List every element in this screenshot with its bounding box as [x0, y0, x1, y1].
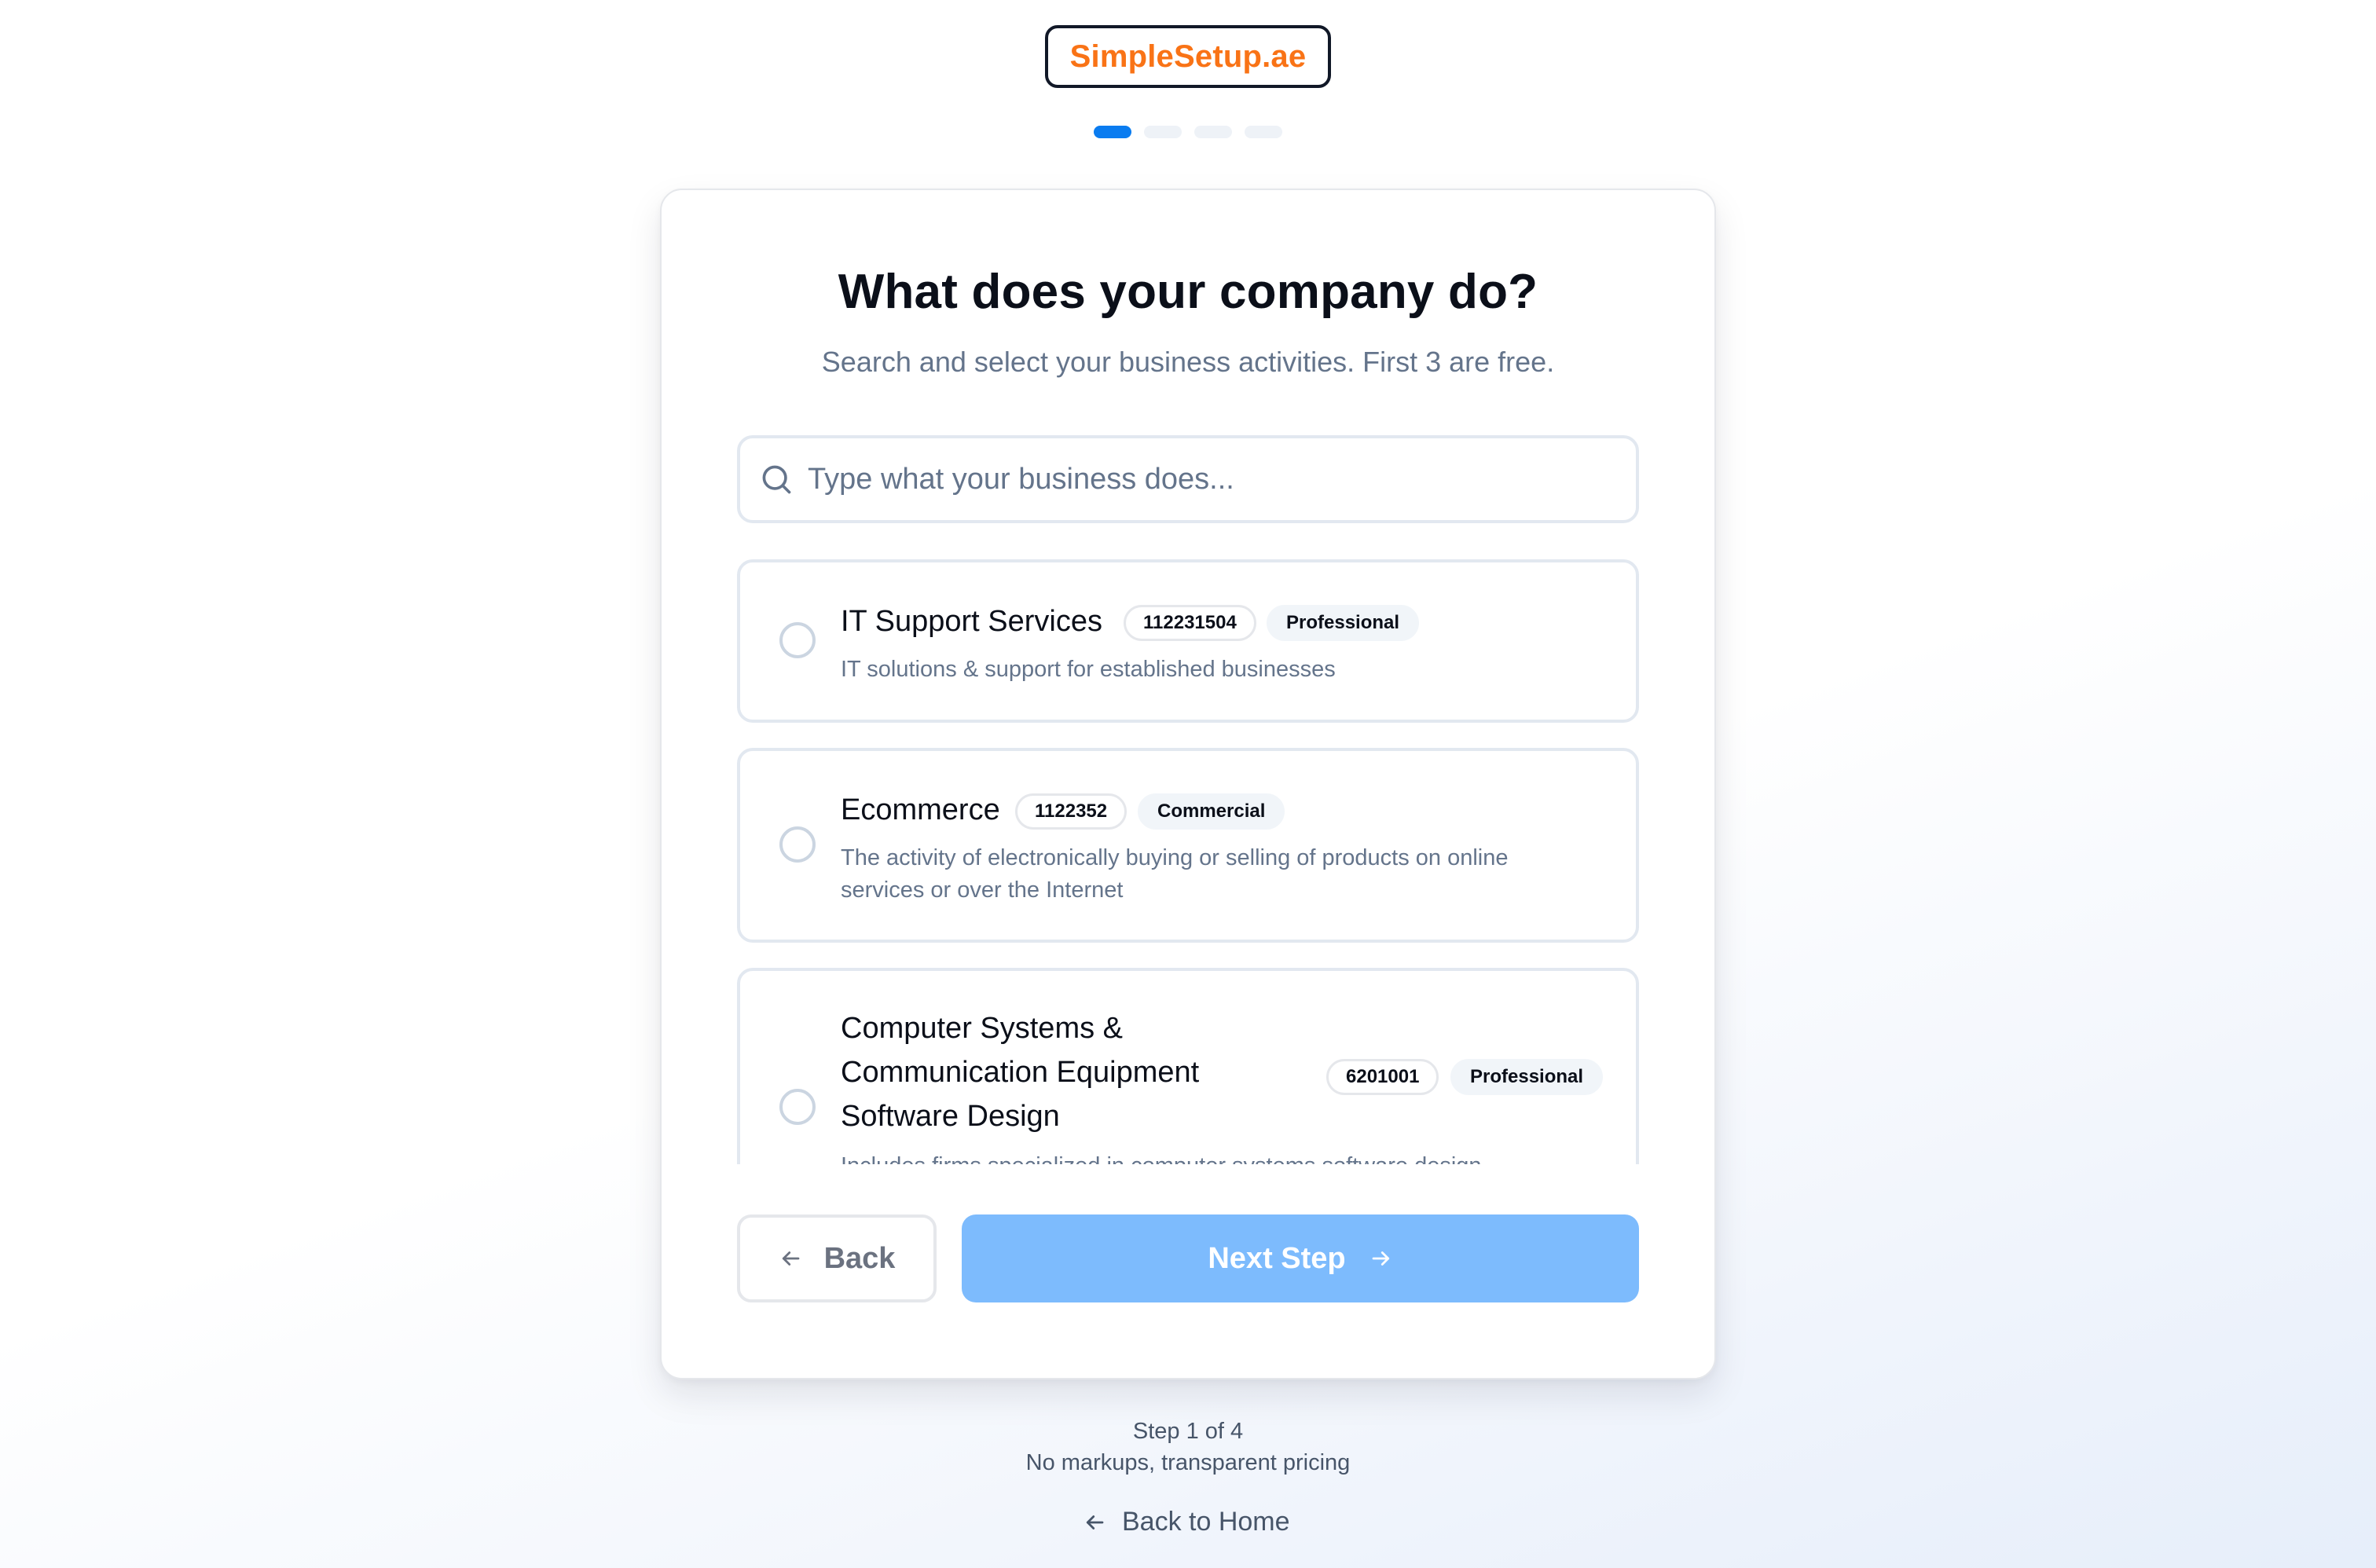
activity-code-badge: 1122352 [1015, 793, 1128, 830]
search-box[interactable] [737, 435, 1639, 523]
activity-description: Includes firms specialized in computer s… [841, 1150, 1482, 1164]
search-input[interactable] [808, 462, 1636, 496]
next-step-label: Next Step [1208, 1241, 1346, 1275]
back-button[interactable]: Back [737, 1214, 937, 1302]
step-progress [1094, 126, 1282, 138]
activity-radio[interactable] [779, 1089, 816, 1125]
activity-category-badge: Commercial [1138, 793, 1285, 830]
page: SimpleSetup.ae What does your company do… [0, 0, 2376, 1568]
back-to-home-label: Back to Home [1122, 1507, 1290, 1537]
activity-description-line-2: services or over the Internet [841, 877, 1124, 903]
activity-name: Ecommerce [841, 793, 1000, 826]
back-button-label: Back [823, 1241, 896, 1275]
activity-list[interactable]: IT Support Services 112231504 Profession… [737, 559, 1639, 1164]
activity-name: IT Support Services [841, 605, 1103, 638]
progress-step-2 [1144, 126, 1182, 138]
activity-item-ecommerce[interactable]: Ecommerce 1122352 Commercial The activit… [737, 748, 1639, 943]
activity-description: IT solutions & support for established b… [841, 657, 1336, 682]
activity-description-line-1: The activity of electronically buying or… [841, 845, 1509, 870]
activity-radio[interactable] [779, 826, 816, 863]
activity-name-line-3: Software Design [841, 1100, 1060, 1133]
progress-step-3 [1194, 126, 1232, 138]
activity-item-computer-systems[interactable]: Computer Systems & Communication Equipme… [737, 968, 1639, 1164]
arrow-right-icon [1372, 1251, 1389, 1266]
activity-item-it-support[interactable]: IT Support Services 112231504 Profession… [737, 559, 1639, 723]
step-indicator-text: Step 1 of 4 [1132, 1419, 1244, 1444]
activity-code-badge: 6201001 [1326, 1059, 1439, 1095]
page-title: What does your company do? [838, 265, 1538, 319]
search-icon [762, 465, 791, 494]
arrow-left-icon [1086, 1515, 1104, 1530]
activity-code-badge: 112231504 [1124, 605, 1256, 641]
arrow-left-icon [782, 1251, 799, 1266]
activity-name-line-2: Communication Equipment [841, 1056, 1200, 1089]
next-step-button[interactable]: Next Step [962, 1214, 1639, 1302]
activity-category-badge: Professional [1267, 605, 1420, 641]
activity-radio[interactable] [779, 622, 816, 658]
brand-logo[interactable]: SimpleSetup.ae [1045, 25, 1331, 88]
progress-step-1 [1094, 126, 1131, 138]
activity-category-badge: Professional [1450, 1059, 1604, 1095]
back-to-home-link[interactable]: Back to Home [1083, 1507, 1290, 1537]
activity-name-line-1: Computer Systems & [841, 1012, 1123, 1045]
page-subtitle: Search and select your business activiti… [821, 346, 1555, 378]
progress-step-4 [1245, 126, 1282, 138]
pricing-tagline: No markups, transparent pricing [1025, 1450, 1351, 1475]
